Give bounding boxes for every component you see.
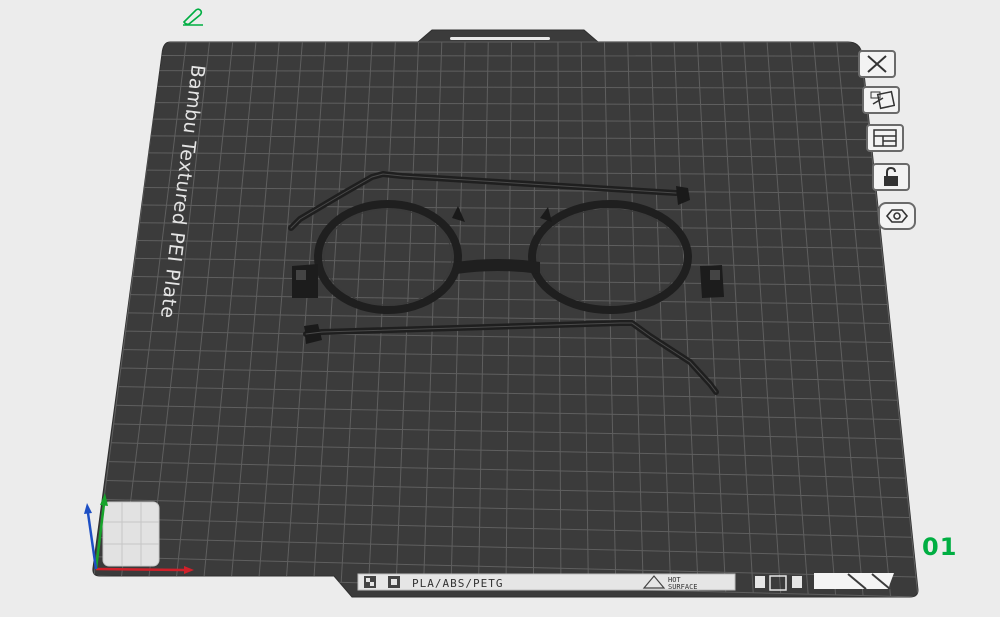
build-plate-viewport[interactable]: Bambu Textured PEI Plate PLA/ABS/PETG HO… [0,0,1000,617]
plate-number: 01 [922,533,958,561]
material-label: PLA/ABS/PETG [412,577,503,590]
origin-tile [102,501,160,567]
plate-layout-icon [873,129,897,147]
auto-arrange-button[interactable] [862,86,900,114]
build-plate [92,29,919,598]
plate-settings-button[interactable] [878,202,916,230]
close-icon [867,55,887,73]
auto-arrange-icon [870,90,895,110]
edit-plate-name-icon[interactable] [180,6,206,26]
close-plate-button[interactable] [858,50,896,78]
settings-icon [885,209,909,223]
plate-label-bar: PLA/ABS/PETG HOT SURFACE [357,573,736,591]
lock-icon [884,167,898,186]
surface-label: SURFACE [668,583,698,591]
plate-layout-button[interactable] [866,124,904,152]
plate-handle [450,37,550,40]
lock-plate-button[interactable] [872,163,910,191]
